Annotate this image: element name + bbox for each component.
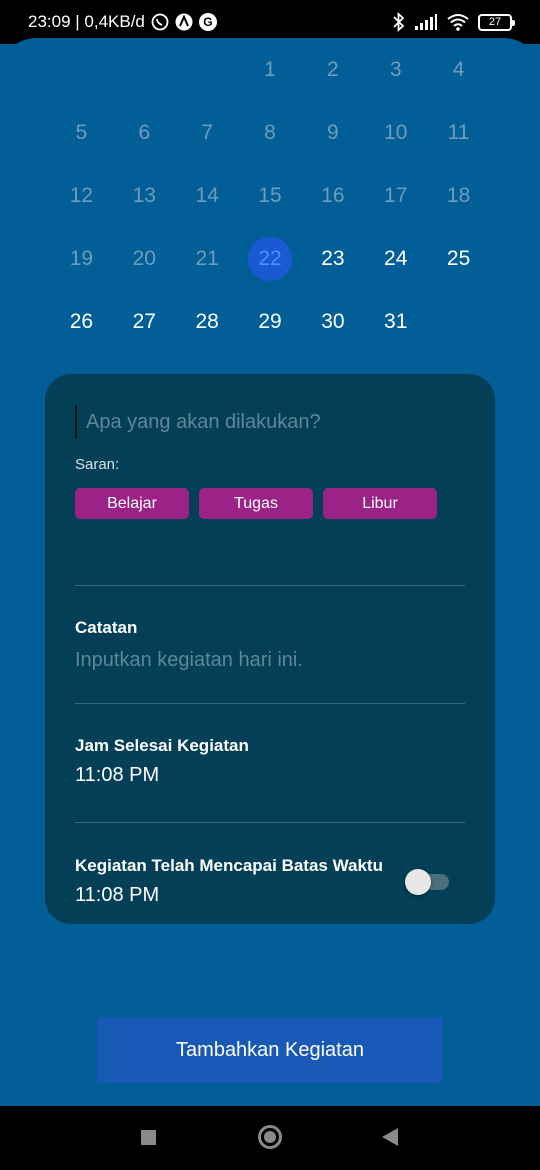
calendar-day[interactable]: 30 [301,290,364,353]
calendar-day[interactable]: 29 [239,290,302,353]
calendar-day[interactable]: 1 [239,38,302,101]
calendar-day[interactable]: 9 [301,101,364,164]
calendar-day[interactable]: 25 [427,227,490,290]
selected-day-bubble: 22 [248,236,292,281]
calendar-day[interactable]: 14 [176,164,239,227]
notes-label: Catatan [75,618,138,637]
calendar-day-selected[interactable]: 22 [239,227,302,290]
suggestion-chip-libur[interactable]: Libur [323,488,437,519]
battery-icon: 27 [478,13,515,31]
calendar-day[interactable]: 31 [364,290,427,353]
signal-icon [414,13,438,31]
recents-button[interactable] [141,1130,156,1145]
toggle-thumb [405,869,431,895]
calendar-day[interactable]: 19 [50,227,113,290]
calendar-day[interactable]: 27 [113,290,176,353]
suggestion-chips: Belajar Tugas Libur [75,488,437,519]
calendar-day[interactable]: 23 [301,227,364,290]
calendar-day[interactable]: 18 [427,164,490,227]
calendar-day[interactable]: 4 [427,38,490,101]
end-time-label: Jam Selesai Kegiatan [75,736,249,755]
calendar-week-row: 26 27 28 29 30 31 [50,290,490,353]
activity-input-placeholder: Apa yang akan dilakukan? [86,410,321,433]
calendar-day[interactable]: 7 [176,101,239,164]
text-cursor [75,405,77,439]
calendar-day[interactable]: 17 [364,164,427,227]
add-activity-button[interactable]: Tambahkan Kegiatan [97,1017,443,1083]
calendar-day[interactable]: 21 [176,227,239,290]
calendar-day[interactable]: 13 [113,164,176,227]
calendar-day[interactable]: 2 [301,38,364,101]
app-notification-icon [175,13,193,31]
calendar-day[interactable]: 24 [364,227,427,290]
calendar-week-row: 1234 [50,38,490,101]
end-time-value[interactable]: 11:08 PM [75,764,159,787]
activity-input[interactable]: Apa yang akan dilakukan? [75,404,465,440]
deadline-time-value: 11:08 PM [75,884,160,906]
calendar-day[interactable]: 11 [427,101,490,164]
calendar-empty-cell [176,38,239,101]
back-button[interactable] [382,1128,398,1146]
calendar-week-row: 5 6 7 8 9 10 11 [50,101,490,164]
calendar-day[interactable]: 12 [50,164,113,227]
calendar-day[interactable]: 28 [176,290,239,353]
whatsapp-icon [151,13,169,31]
google-icon: G [198,13,217,31]
navigation-bar [0,1106,540,1170]
calendar-day[interactable]: 10 [364,101,427,164]
deadline-toggle[interactable] [405,868,451,896]
divider [75,703,465,704]
divider [75,822,465,823]
calendar-day[interactable]: 16 [301,164,364,227]
calendar-empty-cell [113,38,176,101]
notes-input[interactable]: Inputkan kegiatan hari ini. [75,649,303,672]
status-left: 23:09 | 0,4KB/d G [28,12,217,32]
calendar-empty-cell [427,290,490,353]
suggestion-chip-tugas[interactable]: Tugas [199,488,313,519]
calendar-week-row: 19 20 21 22 23 24 25 [50,227,490,290]
calendar-day[interactable]: 3 [364,38,427,101]
calendar-grid: 1 2 3 4 5 6 7 8 9 10 11 12 13 14 15 16 17 18 19 20 21 22 23 24 2… [50,38,490,353]
bluetooth-icon [392,12,406,32]
calendar-day[interactable]: 15 [239,164,302,227]
calendar-day[interactable]: 20 [113,227,176,290]
calendar-week-row: 12 13 14 15 16 17 18 [50,164,490,227]
calendar-day[interactable]: 5 [50,101,113,164]
divider [75,585,465,586]
home-button[interactable] [258,1125,282,1149]
calendar-day[interactable]: 26 [50,290,113,353]
calendar-day[interactable]: 6 [113,101,176,164]
wifi-icon [446,13,470,31]
calendar-day[interactable]: 8 [239,101,302,164]
status-right: 27 [392,12,515,32]
activity-form-card: Apa yang akan dilakukan? Saran: Belajar … [45,374,495,924]
status-time: 23:09 | 0,4KB/d [28,12,145,31]
calendar-empty-cell [50,38,113,101]
suggestion-chip-belajar[interactable]: Belajar [75,488,189,519]
suggestion-label: Saran: [75,456,120,473]
deadline-label: Kegiatan Telah Mencapai Batas Waktu [75,856,383,875]
